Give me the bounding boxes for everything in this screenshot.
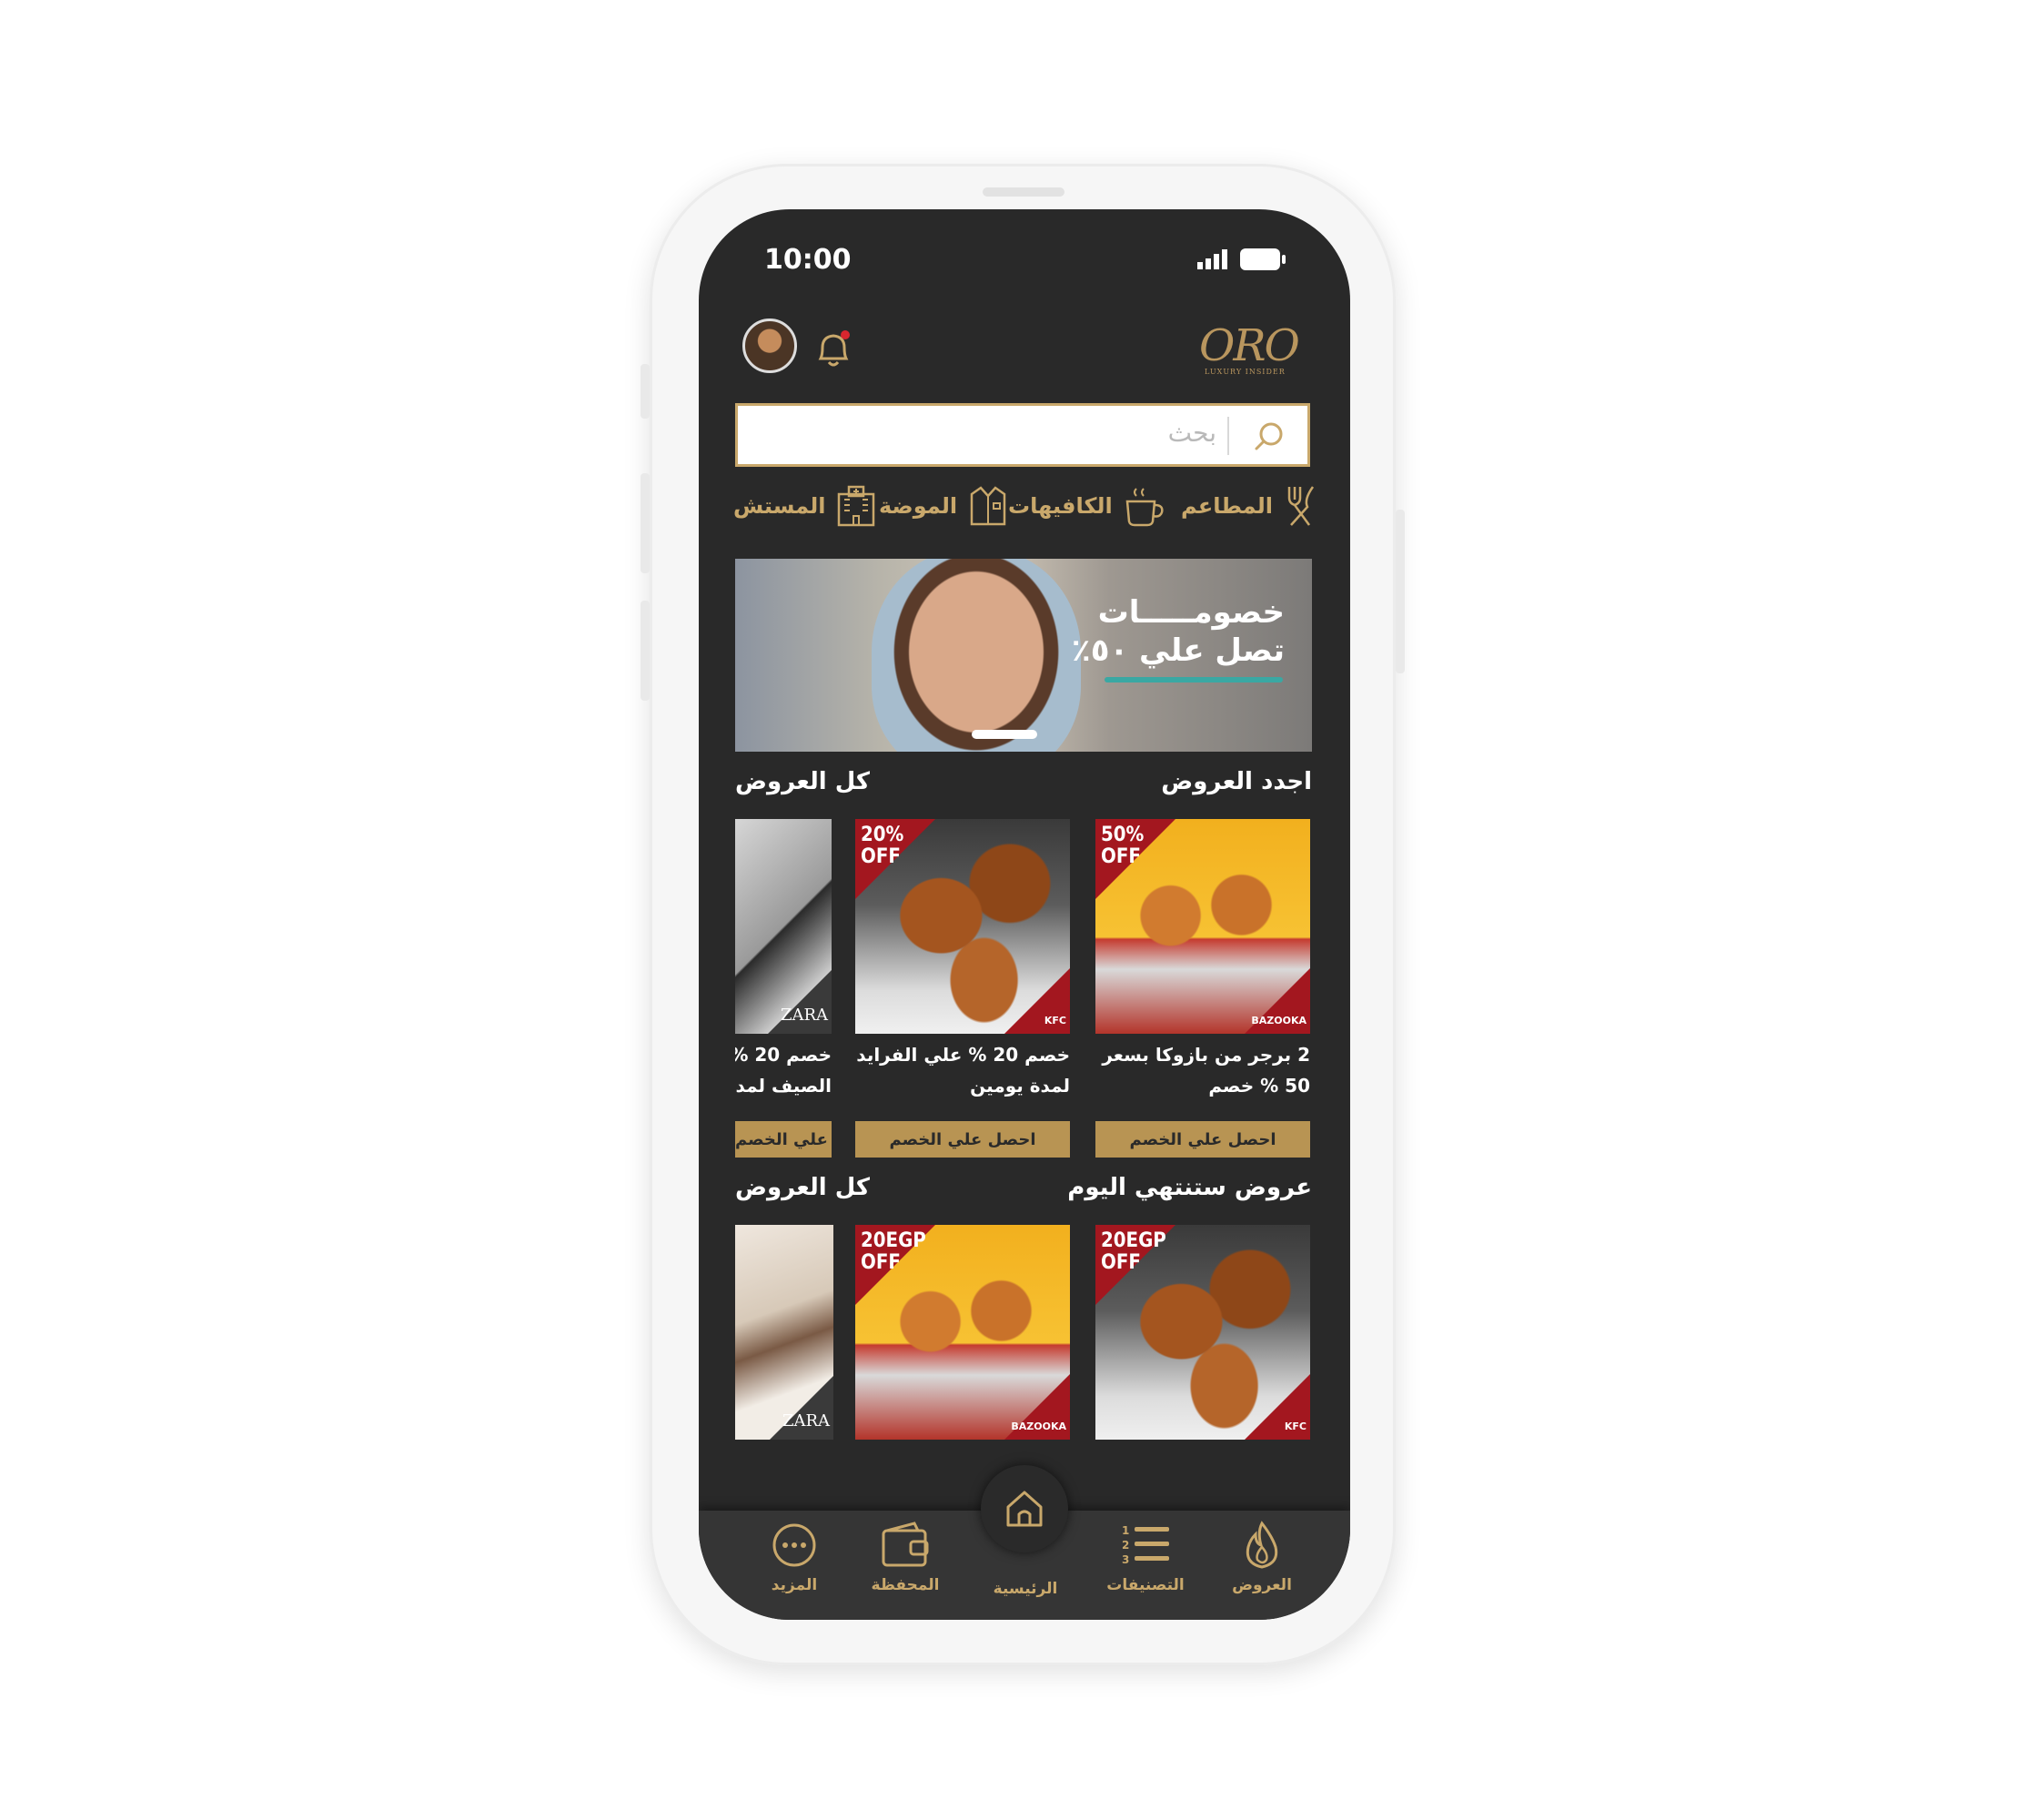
svg-text:3: 3 [1122,1553,1129,1566]
badge-off: OFF [861,1251,901,1274]
category-fashion[interactable]: الموضة [879,482,1008,530]
brand-logo-text: KFC [1044,1015,1066,1026]
home-icon [1006,1491,1043,1527]
promo-banner[interactable]: خصومـــــات تصل علي ٥٠٪ [735,559,1312,752]
get-discount-button[interactable]: احصل علي الخصم [1095,1121,1310,1158]
phone-speaker [983,187,1064,197]
badge-value: 50% [1101,824,1145,846]
offer-card-image[interactable]: 20EGP OFF KFC [1095,1225,1310,1440]
discount-badge-text: 20EGP OFF [1101,1230,1166,1274]
discount-badge-text: 20EGP OFF [861,1230,926,1274]
brand-logo-text: BAZOOKA [1251,1015,1307,1026]
tab-categories[interactable]: 1 2 3 التصنيفات [1095,1520,1196,1594]
section-title-newest: اجدد العروض [1161,768,1312,795]
avatar[interactable] [742,318,797,373]
offer-title-line: لمدة يومين [970,1075,1070,1097]
brand-logo-text: ZARA [780,1006,828,1025]
tab-label: العروض [1232,1576,1292,1594]
status-time: 10:00 [764,244,852,276]
tab-more[interactable]: المزيد [744,1520,844,1594]
offer-card-title: 2 برجر من بازوكا بسعر 1 50 % خصم [1095,1039,1310,1101]
brand-logo-text: ZARA [782,1411,830,1431]
badge-off: OFF [1101,845,1141,868]
more-dots-icon [772,1523,816,1567]
signal-icon [1197,249,1227,269]
search-placeholder: بحث [1167,418,1216,448]
app-screen: 10:00 ORO LUXURY INSIDER بحث المطاعم الك… [699,209,1350,1620]
banner-line-2: تصل علي ٥٠٪ [1071,632,1285,669]
banner-photo [872,559,1081,752]
flame-icon [1246,1521,1278,1569]
volume-up-button [641,473,650,573]
badge-value: 20EGP [861,1229,926,1252]
brand-logo-text: KFC [1284,1421,1307,1432]
carousel-indicator[interactable] [972,730,1037,739]
category-label: الكافيهات [1008,493,1113,519]
tab-offers[interactable]: العروض [1212,1520,1312,1594]
get-discount-button[interactable]: احصل علي الخصم [735,1121,832,1158]
power-button [1396,510,1405,673]
search-divider [1227,417,1229,455]
see-all-newest-link[interactable]: كل العروض [735,768,870,795]
svg-text:1: 1 [1122,1524,1129,1537]
tab-label: المحفظة [871,1576,940,1594]
offer-card-image[interactable]: ZARA [735,1225,833,1440]
badge-value: 20% [861,824,904,846]
offer-title-line: خصم 20 % علي الفرايد [856,1044,1070,1066]
offer-card-image[interactable]: ZARA [735,819,832,1034]
brand-logo-text: BAZOOKA [1011,1421,1066,1432]
offer-card-image[interactable]: 20% OFF KFC [855,819,1070,1034]
category-restaurants[interactable]: المطاعم [1181,482,1317,530]
mute-switch [641,364,650,419]
banner-headline: خصومـــــات تصل علي ٥٠٪ [1072,593,1285,670]
category-label: المستش [733,493,826,519]
offer-card-title: خصم 20 % علي الفرايد لمدة يومين [855,1039,1070,1101]
banner-line-1: خصومـــــات [1097,594,1285,631]
logo-text: ORO [1199,320,1300,371]
search-icon[interactable] [1251,419,1287,455]
offer-card-image[interactable]: 50% OFF BAZOOKA [1095,819,1310,1034]
category-label: المطاعم [1181,493,1273,519]
tab-label: المزيد [771,1576,818,1594]
shirt-icon [970,486,1006,526]
hospital-icon [838,485,875,527]
battery-icon [1240,248,1286,270]
bell-icon[interactable] [813,328,853,371]
discount-badge-text: 20% OFF [861,824,903,868]
offer-title-line: 2 برجر من بازوكا بسعر 1 [1095,1044,1310,1066]
discount-badge-text: 50% OFF [1101,824,1144,868]
tab-wallet[interactable]: المحفظة [855,1520,955,1594]
search-field[interactable]: بحث [735,403,1310,467]
volume-down-button [641,601,650,701]
home-tab-button[interactable] [981,1465,1068,1552]
section-title-ending-today: عروض ستنتهي اليوم [1067,1174,1312,1201]
fork-knife-icon [1287,486,1314,526]
offer-title-line: خصم 20 % علي [735,1044,832,1066]
category-cafes[interactable]: الكافيهات [1008,482,1165,530]
offer-card-image[interactable]: 20EGP OFF BAZOOKA [855,1225,1070,1440]
get-discount-button[interactable]: احصل علي الخصم [855,1121,1070,1158]
coffee-cup-icon [1125,488,1164,527]
category-label: الموضة [879,493,958,519]
banner-underline [1105,677,1283,682]
badge-off: OFF [1101,1251,1141,1274]
badge-value: 20EGP [1101,1229,1166,1252]
svg-text:2: 2 [1122,1539,1129,1552]
category-hospitals[interactable]: المستش [733,482,876,530]
badge-off: OFF [861,845,901,868]
offer-title-line: الصيف لمدة [735,1075,832,1097]
tab-label: التصنيفات [1106,1576,1185,1594]
offer-title-line: 50 % خصم [1208,1075,1310,1097]
numbered-list-icon: 1 2 3 [1122,1524,1169,1566]
wallet-icon [882,1522,929,1567]
see-all-ending-link[interactable]: كل العروض [735,1174,870,1201]
oro-logo: ORO LUXURY INSIDER [1199,324,1312,379]
tab-label: الرئيسية [993,1580,1058,1598]
tab-home[interactable]: الرئيسية [975,1574,1075,1598]
offer-card-title: خصم 20 % علي الصيف لمدة [735,1039,832,1101]
